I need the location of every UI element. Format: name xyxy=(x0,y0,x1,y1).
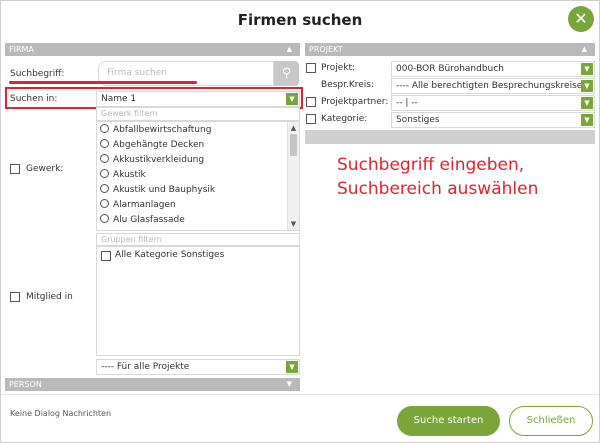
firma-section-label: FIRMA xyxy=(9,45,34,54)
bespr-select-value: ---- Alle berechtigten Besprechungskreis… xyxy=(396,81,583,91)
gewerk-filter-input[interactable]: Gewerk filtern xyxy=(96,107,300,121)
projekt-select[interactable]: 000-BOR Bürohandbuch ▼ xyxy=(391,61,595,77)
person-section-header[interactable]: PERSON ▼ xyxy=(5,378,300,391)
kategorie-label: Kategorie: xyxy=(321,114,368,124)
gruppen-item-checkbox[interactable] xyxy=(101,251,111,261)
radio-label: Akustik und Bauphysik xyxy=(113,185,216,195)
gruppen-list: Alle Kategorie Sonstiges xyxy=(96,246,300,356)
highlight-underline xyxy=(9,81,197,84)
radio-item[interactable]: Akustik und Bauphysik xyxy=(100,183,215,198)
start-search-button[interactable]: Suche starten xyxy=(397,406,500,436)
radio-icon xyxy=(100,169,109,178)
gruppen-item-label: Alle Kategorie Sonstiges xyxy=(115,250,225,260)
radio-item[interactable]: Alu Glasfassade xyxy=(100,213,185,228)
search-button[interactable]: ⚲ xyxy=(274,61,299,86)
annotation-line-2: Suchbereich auswählen xyxy=(337,179,539,199)
bespr-label: Bespr.Kreis: xyxy=(321,80,375,90)
projekt-section-label: PROJEKT xyxy=(309,45,343,54)
projekt-checkbox[interactable] xyxy=(306,63,316,73)
projekt-label: Projekt: xyxy=(321,63,356,73)
projekte-select-value: ---- Für alle Projekte xyxy=(101,362,190,372)
collapse-up-icon: ▲ xyxy=(286,45,292,53)
radio-icon xyxy=(100,199,109,208)
scroll-up-icon[interactable]: ▲ xyxy=(288,122,299,134)
radio-item[interactable]: Akustik xyxy=(100,168,146,183)
search-dialog: Firmen suchen ✕ FIRMA ▲ Suchbegriff: Fir… xyxy=(0,0,600,443)
close-dialog-button[interactable]: Schließen xyxy=(509,406,593,436)
projekte-select[interactable]: ---- Für alle Projekte ▼ xyxy=(96,359,300,375)
firma-section-header[interactable]: FIRMA ▲ xyxy=(5,43,300,56)
radio-icon xyxy=(100,184,109,193)
dropdown-arrow-icon: ▼ xyxy=(581,80,593,92)
gewerk-label: Gewerk: xyxy=(26,164,64,174)
collapse-up-icon: ▲ xyxy=(581,45,587,53)
expand-down-icon: ▼ xyxy=(286,380,292,388)
dialog-message: Keine Dialog Nachrichten xyxy=(10,409,112,418)
radio-item[interactable]: Abfallbewirtschaftung xyxy=(100,123,211,138)
kategorie-select[interactable]: Sonstiges ▼ xyxy=(391,112,595,128)
partner-select-value: -- | -- xyxy=(396,98,418,108)
projekt-section-footer xyxy=(305,130,595,144)
close-button[interactable]: ✕ xyxy=(568,6,594,32)
gewerk-checkbox[interactable] xyxy=(10,164,20,174)
annotation-line-1: Suchbegriff eingeben, xyxy=(337,155,525,175)
footer-divider xyxy=(1,394,599,395)
gewerk-radio-list[interactable]: Abfallbewirtschaftung Abgehängte Decken … xyxy=(96,121,300,231)
dropdown-arrow-icon: ▼ xyxy=(581,114,593,126)
highlight-box xyxy=(5,87,303,109)
suchbegriff-label: Suchbegriff: xyxy=(10,69,65,79)
radio-item[interactable]: Abgehängte Decken xyxy=(100,138,204,153)
scroll-down-icon[interactable]: ▼ xyxy=(288,218,299,230)
bespr-select[interactable]: ---- Alle berechtigten Besprechungskreis… xyxy=(391,78,595,94)
dropdown-arrow-icon: ▼ xyxy=(286,361,298,373)
radio-label: Akkustikverkleidung xyxy=(113,155,205,165)
partner-label: Projektpartner: xyxy=(321,97,389,107)
radio-icon xyxy=(100,124,109,133)
radio-item[interactable]: Alarmanlagen xyxy=(100,198,176,213)
radio-label: Alarmanlagen xyxy=(113,200,176,210)
dialog-title: Firmen suchen xyxy=(237,11,363,29)
scroll-thumb[interactable] xyxy=(290,134,297,156)
radio-icon xyxy=(100,139,109,148)
search-icon: ⚲ xyxy=(281,66,292,81)
gruppen-filter-placeholder: Gruppen filtern xyxy=(101,235,162,244)
gewerk-scrollbar[interactable]: ▲ ▼ xyxy=(287,122,299,230)
dropdown-arrow-icon: ▼ xyxy=(581,63,593,75)
dropdown-arrow-icon: ▼ xyxy=(581,97,593,109)
projekt-select-value: 000-BOR Bürohandbuch xyxy=(396,64,504,74)
radio-label: Abgehängte Decken xyxy=(113,140,205,150)
partner-select[interactable]: -- | -- ▼ xyxy=(391,95,595,111)
kategorie-select-value: Sonstiges xyxy=(396,115,440,125)
mitglied-checkbox[interactable] xyxy=(10,292,20,302)
projekt-section-header[interactable]: PROJEKT ▲ xyxy=(305,43,595,56)
gruppen-filter-input[interactable]: Gruppen filtern xyxy=(96,233,300,246)
radio-icon xyxy=(100,214,109,223)
mitglied-label: Mitglied in xyxy=(26,292,73,302)
radio-icon xyxy=(100,154,109,163)
radio-label: Abfallbewirtschaftung xyxy=(113,125,212,135)
radio-item[interactable]: Akkustikverkleidung xyxy=(100,153,204,168)
radio-label: Akustik xyxy=(113,170,146,180)
kategorie-checkbox[interactable] xyxy=(306,114,316,124)
gewerk-filter-placeholder: Gewerk filtern xyxy=(101,109,158,118)
person-section-label: PERSON xyxy=(9,380,42,389)
instruction-annotation: Suchbegriff eingeben, Suchbereich auswäh… xyxy=(337,153,587,201)
search-placeholder: Firma suchen xyxy=(107,68,167,78)
radio-label: Alu Glasfassade xyxy=(113,215,185,225)
partner-checkbox[interactable] xyxy=(306,97,316,107)
close-x-icon: ✕ xyxy=(574,9,588,28)
